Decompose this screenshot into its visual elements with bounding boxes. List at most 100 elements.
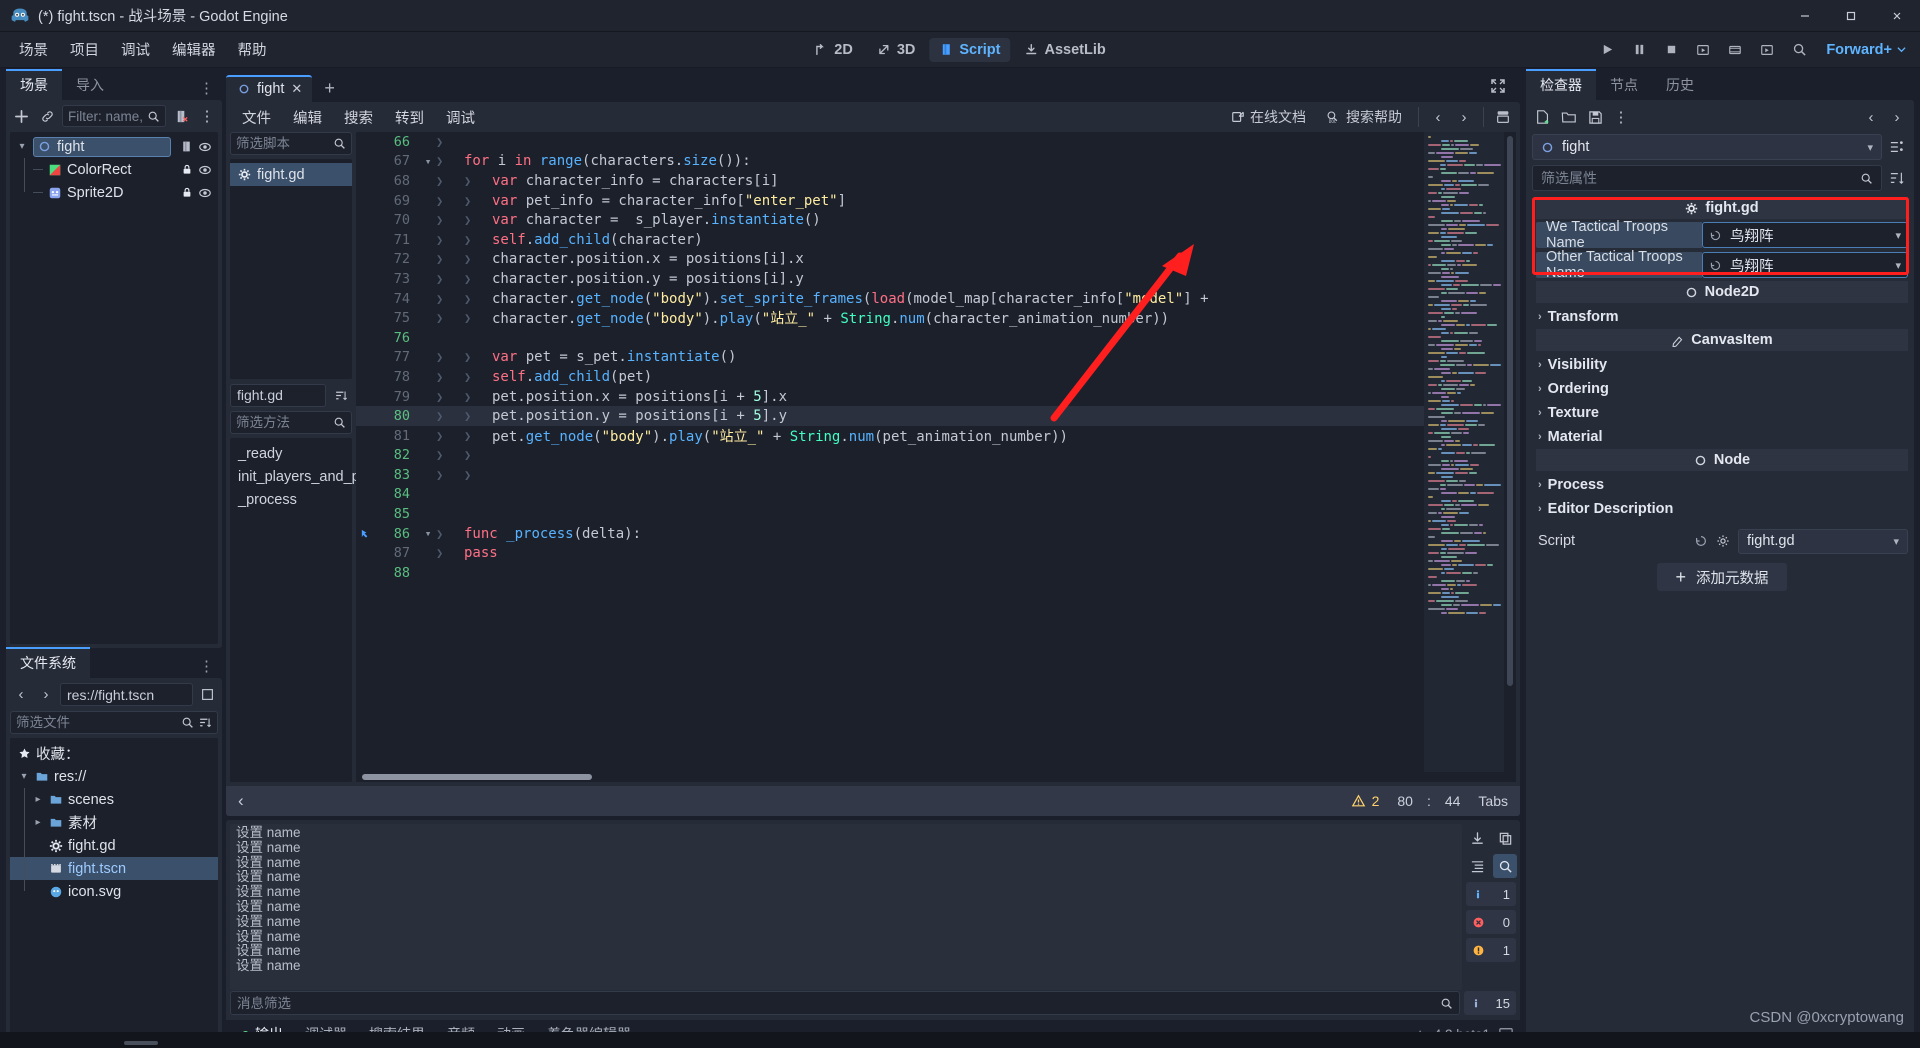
copy-output-icon[interactable]	[1493, 826, 1517, 850]
inspector-filter-box[interactable]	[1532, 165, 1882, 191]
scene-node-sprite2d[interactable]: Sprite2D	[10, 181, 218, 204]
code-minimap[interactable]	[1424, 132, 1504, 772]
chevron-right-icon[interactable]: ›	[1538, 503, 1542, 515]
revert-icon[interactable]	[1694, 534, 1708, 548]
code-horizontal-scrollbar[interactable]	[356, 772, 1516, 782]
collapse-panel-icon[interactable]: ‹	[238, 791, 244, 811]
scene-node-colorrect[interactable]: ColorRect	[10, 158, 218, 181]
chevron-down-icon[interactable]: ▾	[1867, 141, 1873, 154]
code-line[interactable]: 81 ❯ ❯ pet.get_node("body").play("站立_" + St…	[356, 426, 1424, 446]
nav-forward-button[interactable]: ›	[35, 684, 57, 706]
section-ordering[interactable]: › Ordering	[1536, 377, 1908, 401]
open-resource-icon[interactable]	[1558, 106, 1580, 128]
indent-mode[interactable]: Tabs	[1478, 793, 1508, 809]
tab-inspector[interactable]: 检查器	[1526, 69, 1596, 100]
property-other-tactical-troops-name[interactable]: Other Tactical Troops Name 鸟翔阵 ▾	[1536, 249, 1908, 281]
scene-filter-box[interactable]	[62, 105, 166, 127]
filesystem-filter-box[interactable]	[10, 711, 218, 734]
filter-search-icon[interactable]	[1493, 854, 1517, 878]
section-visibility[interactable]: › Visibility	[1536, 353, 1908, 377]
sort-properties-icon[interactable]	[1886, 167, 1908, 189]
revert-icon[interactable]	[1709, 229, 1722, 242]
mode-3d-button[interactable]: 3D	[867, 38, 926, 62]
revert-icon[interactable]	[1709, 259, 1722, 272]
code-line[interactable]: 82 ❯ ❯	[356, 446, 1424, 466]
method-item-ready[interactable]: _ready	[230, 442, 352, 465]
chevron-right-icon[interactable]: ›	[1538, 359, 1542, 371]
code-line[interactable]: 71 ❯ ❯ self.add_child(character)	[356, 230, 1424, 250]
code-line[interactable]: 68 ❯ ❯ var character_info = characters[i]	[356, 171, 1424, 191]
fs-item-icon-svg[interactable]: icon.svg	[10, 880, 218, 903]
script-menu-file[interactable]: 文件	[232, 103, 281, 132]
chevron-right-icon[interactable]: ›	[1538, 383, 1542, 395]
stop-icon[interactable]	[1656, 36, 1686, 64]
lock-icon[interactable]	[181, 163, 193, 176]
inspector-nav-prev[interactable]: ‹	[1860, 106, 1882, 128]
script-menu-debug[interactable]: 调试	[436, 103, 485, 132]
maximize-button[interactable]	[1828, 0, 1874, 32]
nav-back-button[interactable]: ‹	[10, 684, 32, 706]
tab-node[interactable]: 节点	[1596, 69, 1652, 100]
inspector-nav-next[interactable]: ›	[1886, 106, 1908, 128]
chevron-down-icon[interactable]: ▾	[1895, 259, 1901, 272]
close-icon[interactable]: ✕	[291, 81, 302, 97]
menu-project[interactable]: 项目	[59, 34, 110, 65]
scene-dock-menu-icon[interactable]: ⋮	[191, 79, 222, 100]
scene-filter-input[interactable]	[68, 108, 143, 124]
object-menu-icon[interactable]	[1886, 136, 1908, 158]
inspector-properties[interactable]: fight.gd We Tactical Troops Name 鸟翔阵 ▾ O…	[1526, 197, 1914, 1048]
output-warning-counter[interactable]: 1	[1466, 938, 1516, 962]
inspector-object-selector[interactable]: fight ▾	[1532, 134, 1882, 160]
pause-icon[interactable]	[1624, 36, 1654, 64]
add-node-icon[interactable]	[10, 105, 32, 127]
code-line[interactable]: 74 ❯ ❯ character.get_node("body").set_sprit…	[356, 289, 1424, 309]
code-line[interactable]: 67 ▾ ❯ for i in range(characters.size()):	[356, 152, 1424, 172]
property-value-dropdown[interactable]: 鸟翔阵 ▾	[1702, 222, 1908, 248]
rendering-method-selector[interactable]: Forward+	[1816, 38, 1912, 62]
script-nav-prev[interactable]: ‹	[1427, 106, 1449, 128]
mode-script-button[interactable]: Script	[929, 37, 1011, 62]
fs-item-scenes[interactable]: ▸ scenes	[10, 788, 218, 811]
online-docs-button[interactable]: 在线文档	[1223, 103, 1314, 131]
fs-item-fight-tscn[interactable]: fight.tscn	[10, 857, 218, 880]
code-line[interactable]: 75 ❯ ❯ character.get_node("body").play("站立_…	[356, 308, 1424, 328]
chevron-right-icon[interactable]: ›	[1538, 431, 1542, 443]
code-line[interactable]: 70 ❯ ❯ var character = s_player.instantiate…	[356, 210, 1424, 230]
save-resource-icon[interactable]	[1584, 106, 1606, 128]
method-item-init-players[interactable]: init_players_and_p...	[230, 465, 372, 488]
output-filter-box[interactable]	[230, 991, 1460, 1015]
fs-item-fight-gd[interactable]: fight.gd	[10, 834, 218, 857]
output-editor-counter[interactable]: 15	[1464, 991, 1516, 1015]
visibility-icon[interactable]	[198, 186, 212, 200]
output-log[interactable]: 设置 name 设置 name 设置 name 设置 name 设置 name 设置 na…	[230, 824, 1462, 990]
section-editor-description[interactable]: › Editor Description	[1536, 497, 1908, 521]
close-button[interactable]	[1874, 0, 1920, 32]
mode-2d-button[interactable]: 2D	[804, 38, 863, 62]
code-lines[interactable]: 66 ❯ 67 ▾ ❯ for i in range(characters.size())…	[356, 132, 1424, 772]
section-process[interactable]: › Process	[1536, 473, 1908, 497]
tab-filesystem[interactable]: 文件系统	[6, 647, 90, 678]
menu-scene[interactable]: 场景	[8, 34, 59, 65]
code-editor[interactable]: 66 ❯ 67 ▾ ❯ for i in range(characters.size())…	[356, 132, 1516, 772]
section-material[interactable]: › Material	[1536, 425, 1908, 449]
minimize-button[interactable]	[1782, 0, 1828, 32]
code-vertical-scrollbar[interactable]	[1504, 132, 1516, 772]
warning-count[interactable]: 2	[1351, 793, 1379, 809]
code-line[interactable]: 72 ❯ ❯ character.position.x = positions[i].…	[356, 250, 1424, 270]
chevron-down-icon[interactable]: ▾	[1893, 535, 1899, 548]
code-line[interactable]: 84	[356, 485, 1424, 505]
filesystem-filter-input[interactable]	[16, 715, 177, 730]
play-scene-icon[interactable]	[1688, 36, 1718, 64]
output-filter-input[interactable]	[237, 995, 1436, 1011]
menu-help[interactable]: 帮助	[227, 34, 278, 65]
code-line[interactable]: 76	[356, 328, 1424, 348]
chevron-right-icon[interactable]: ›	[1538, 479, 1542, 491]
code-line[interactable]: 80 ❯ ❯ pet.position.y = positions[i + 5].y	[356, 406, 1424, 426]
filesystem-dock-menu-icon[interactable]: ⋮	[191, 657, 222, 678]
fs-item-res-root[interactable]: ▾ res://	[10, 765, 218, 788]
scene-node-fight[interactable]: ▾ fight	[10, 135, 218, 158]
chevron-right-icon[interactable]: ›	[1538, 311, 1542, 323]
script-filter-input[interactable]	[236, 136, 329, 151]
play-icon[interactable]	[1592, 36, 1622, 64]
code-line[interactable]: 69 ❯ ❯ var pet_info = character_info["enter…	[356, 191, 1424, 211]
